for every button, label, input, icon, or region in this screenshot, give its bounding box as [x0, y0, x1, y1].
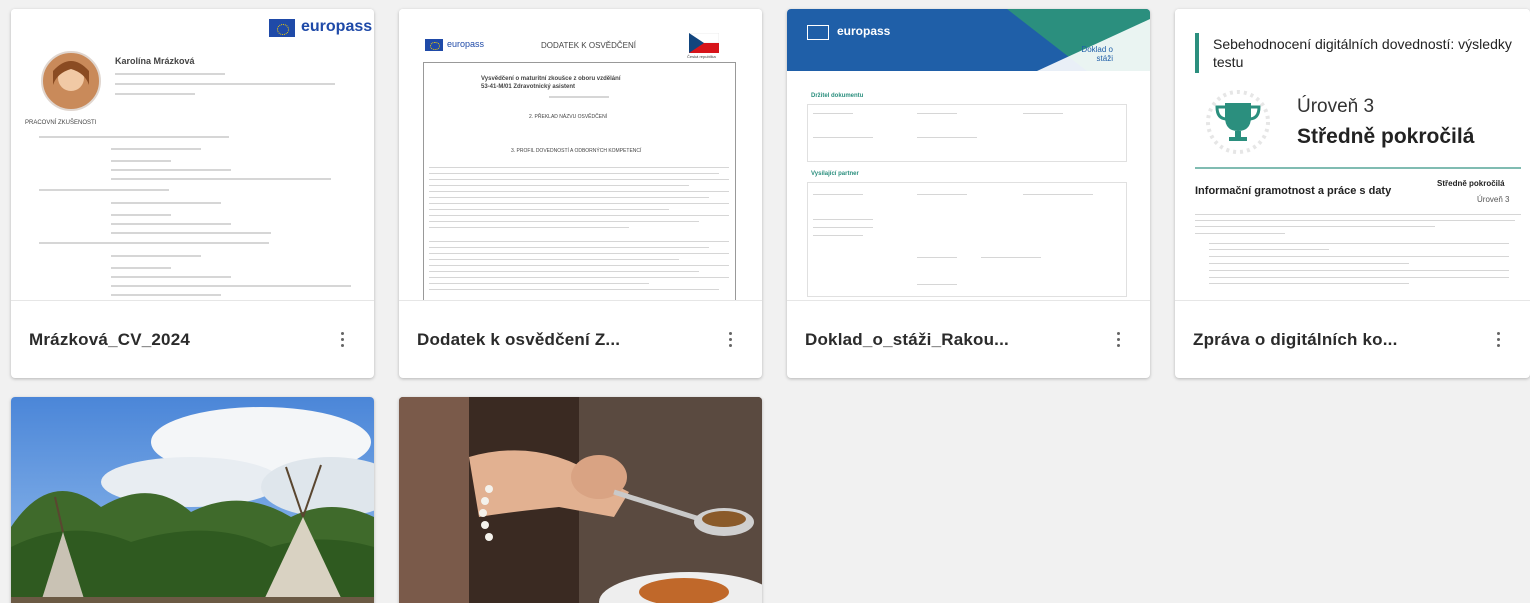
mobility-preview: europass Doklad o stáži Držitel dokument…: [787, 9, 1150, 301]
cv-preview: europass Karolína Mrázková PRACOVNÍ ZKUŠ…: [11, 9, 374, 301]
more-vertical-icon[interactable]: [1484, 326, 1512, 354]
file-card-footer: Doklad_o_stáži_Rakou...: [787, 301, 1150, 378]
cv-section-title: PRACOVNÍ ZKUŠENOSTI: [25, 120, 97, 126]
digital-skills-preview: Sebehodnocení digitálních dovedností: vý…: [1175, 9, 1530, 301]
file-name: Zpráva o digitálních ko...: [1193, 329, 1398, 349]
czech-flag-icon: [689, 33, 719, 53]
heading-1: Vysvědčení o maturitní zkoušce z oboru v…: [481, 76, 621, 82]
level-label: Úroveň 3: [1297, 96, 1375, 117]
more-vertical-icon[interactable]: [716, 326, 744, 354]
europass-logo: europass: [447, 39, 485, 49]
area-title: Informační gramotnost a práce s daty: [1195, 185, 1392, 197]
certificate-preview: europass DODATEK K OSVĚDČENÍ Česká repub…: [399, 9, 762, 301]
file-card-digital-skills-report[interactable]: Sebehodnocení digitálních dovedností: vý…: [1175, 9, 1530, 378]
level-name: Středně pokročilá: [1297, 125, 1475, 148]
file-name: Doklad_o_stáži_Rakou...: [805, 329, 1009, 349]
doc-title: Doklad o stáži: [1081, 45, 1113, 63]
file-card-photo-camp[interactable]: [11, 397, 374, 603]
file-card-mobility-document[interactable]: europass Doklad o stáži Držitel dokument…: [787, 9, 1150, 378]
file-card-footer: Zpráva o digitálních ko...: [1175, 301, 1530, 378]
country-label: Česká republika: [687, 54, 716, 59]
area-level-name: Středně pokročilá: [1437, 179, 1505, 188]
title-accent-bar: [1195, 33, 1199, 73]
area-level: Úroveň 3: [1477, 195, 1510, 204]
file-name: Dodatek k osvědčení Z...: [417, 329, 621, 349]
europass-logo: europass: [301, 18, 373, 35]
box-2-title: 3. PROFIL DOVEDNOSTÍ A ODBORNÝCH KOMPETE…: [511, 148, 642, 154]
europass-logo: europass: [837, 24, 891, 38]
avatar: [41, 51, 101, 111]
more-vertical-icon[interactable]: [1104, 326, 1132, 354]
section-1: Držitel dokumentu: [811, 93, 864, 99]
box-1-title: 2. PŘEKLAD NÁZVU OSVĚDČENÍ: [529, 114, 608, 120]
file-name: Mrázková_CV_2024: [29, 329, 191, 349]
section-2: Vysílající partner: [811, 171, 859, 177]
food-serving-photo: [399, 397, 762, 603]
heading-2: 53-41-M/01 Zdravotnický asistent: [481, 84, 576, 90]
eu-flag-icon: [425, 39, 443, 51]
cv-person-name: Karolína Mrázková: [115, 56, 195, 66]
file-card-footer: Mrázková_CV_2024: [11, 301, 374, 378]
more-vertical-icon[interactable]: [328, 326, 356, 354]
file-card-footer: Dodatek k osvědčení Z...: [399, 301, 762, 378]
report-title: Sebehodnocení digitálních dovedností: vý…: [1213, 36, 1512, 70]
file-grid: europass Karolína Mrázková PRACOVNÍ ZKUŠ…: [0, 0, 1530, 603]
separator: [1195, 167, 1521, 169]
eu-flag-icon: [807, 25, 829, 40]
file-card-certificate-supplement[interactable]: europass DODATEK K OSVĚDČENÍ Česká repub…: [399, 9, 762, 378]
doc-title: DODATEK K OSVĚDČENÍ: [541, 41, 636, 50]
file-card-photo-food[interactable]: [399, 397, 762, 603]
trophy-icon: [1206, 90, 1270, 154]
eu-flag-icon: [269, 19, 295, 37]
holder-box: [807, 104, 1127, 162]
file-card-cv[interactable]: europass Karolína Mrázková PRACOVNÍ ZKUŠ…: [11, 9, 374, 378]
tipi-camp-photo: [11, 397, 374, 603]
partner-box: [807, 182, 1127, 297]
